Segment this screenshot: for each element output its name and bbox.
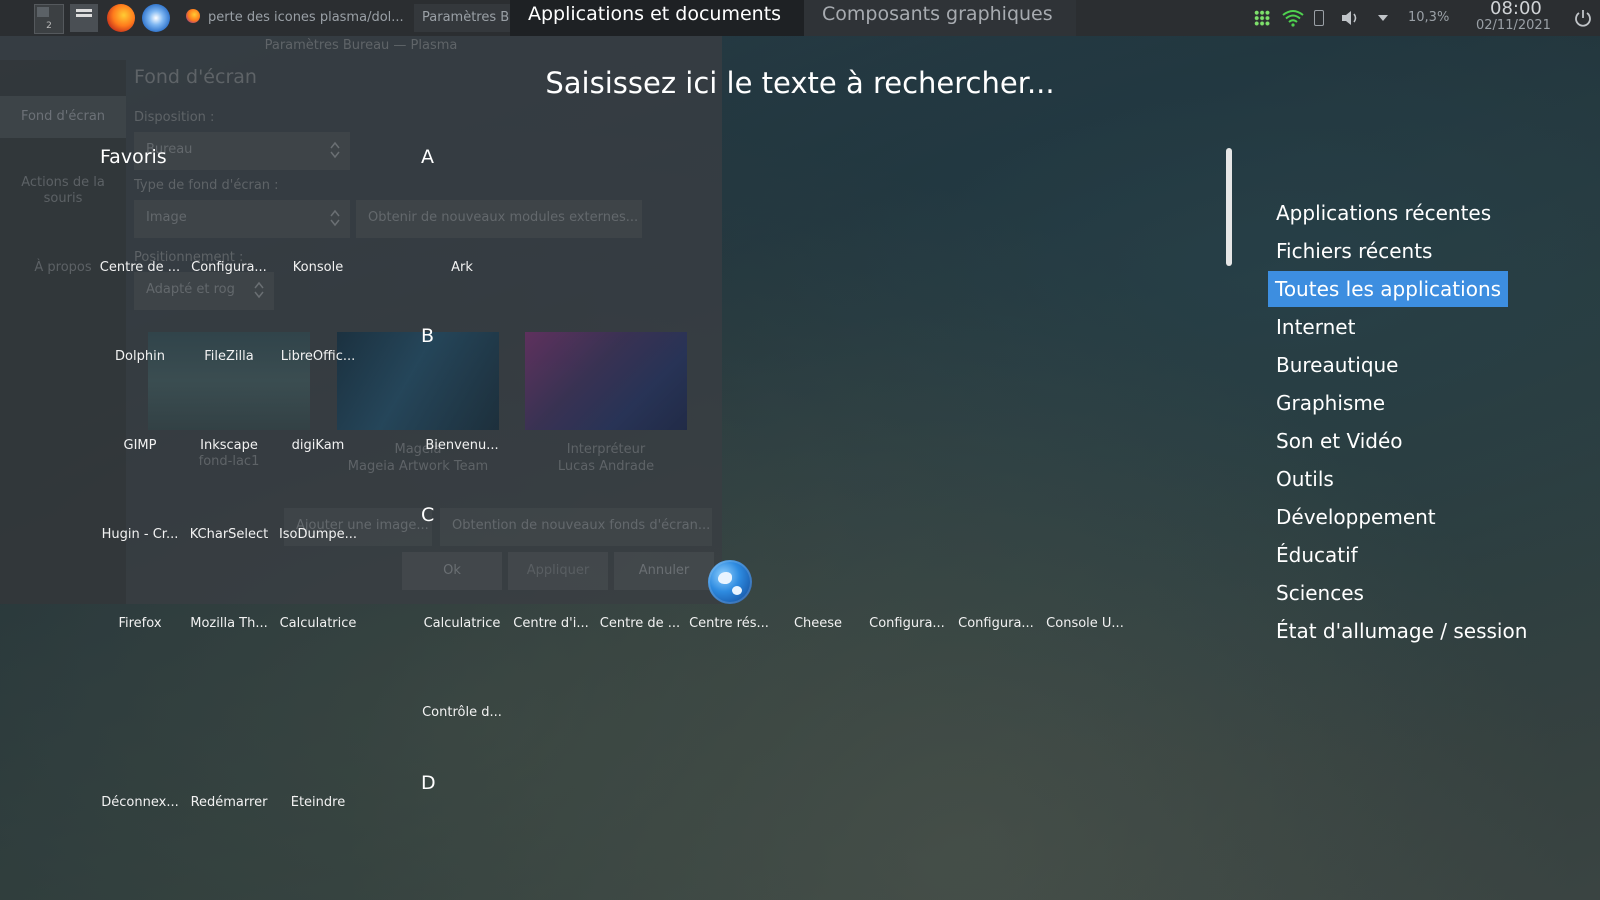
thumb-name: Interpréteur	[566, 442, 646, 457]
section-header-b: B	[421, 325, 435, 347]
cancel-button[interactable]: Annuler	[614, 552, 714, 590]
position-value: Adapté et rog	[146, 282, 235, 297]
app-item[interactable]: Ark	[417, 260, 507, 275]
thumb-author: Mageia Artwork Team	[347, 459, 489, 474]
wallpaper-thumbnail[interactable]	[525, 332, 687, 430]
window-title: Paramètres Bureau — Plasma	[264, 38, 458, 53]
category-graphics[interactable]: Graphisme	[1272, 385, 1389, 421]
thunderbird-icon[interactable]	[142, 4, 170, 32]
task-label: perte des icones plasma/dol...	[208, 10, 404, 25]
favorite-app[interactable]: GIMP	[95, 438, 185, 453]
pager-thumbnail	[37, 7, 49, 17]
tab-widgets[interactable]: Composants graphiques	[804, 0, 1076, 36]
app-item[interactable]: Centre de ...	[595, 616, 685, 631]
cpu-load[interactable]: 10,3%	[1408, 10, 1449, 25]
favorite-app[interactable]: Dolphin	[95, 349, 185, 364]
app-item[interactable]: Cheese	[773, 616, 863, 631]
get-plugins-button[interactable]: Obtenir de nouveaux modules externes...	[356, 200, 642, 238]
app-item[interactable]: Centre d'i...	[506, 616, 596, 631]
shutdown-button[interactable]: Éteindre	[273, 795, 363, 810]
category-all-apps[interactable]: Toutes les applications	[1268, 271, 1509, 307]
task-label: Paramètres B	[422, 10, 510, 25]
app-item[interactable]: Bienvenu...	[417, 438, 507, 453]
task-firefox-window[interactable]: perte des icones plasma/dol...	[178, 4, 406, 32]
pager-label: 2	[46, 21, 52, 31]
grid-icon[interactable]	[1254, 10, 1270, 26]
favorites-heading: Favoris	[100, 146, 167, 168]
category-science[interactable]: Sciences	[1272, 575, 1368, 611]
favorite-app[interactable]: LibreOffic...	[273, 349, 363, 364]
favorite-app[interactable]: KCharSelect	[184, 527, 274, 542]
favorite-app[interactable]: Firefox	[95, 616, 185, 631]
firefox-small-icon	[186, 9, 200, 23]
taskbar: 2 perte des icones plasma/dol... Paramèt…	[0, 0, 1600, 36]
clock-date[interactable]: 02/11/2021	[1476, 18, 1551, 33]
category-internet[interactable]: Internet	[1272, 309, 1359, 345]
updown-arrow-icon	[330, 141, 340, 159]
volume-icon[interactable]	[1340, 9, 1360, 27]
favorite-app[interactable]: Configura...	[184, 260, 274, 275]
wallpaper-thumbnail[interactable]	[337, 332, 499, 430]
sidebar-item-mouse-actions[interactable]: Actions de la souris	[0, 175, 126, 207]
sidebar-item-wallpaper[interactable]: Fond d'écran	[0, 96, 126, 138]
battery-icon[interactable]	[1314, 10, 1324, 26]
category-tools[interactable]: Outils	[1272, 461, 1338, 497]
menu-icon[interactable]	[70, 4, 98, 32]
thumb-author: Lucas Andrade	[557, 459, 655, 474]
wallpaper-thumbnail[interactable]	[148, 332, 310, 430]
logout-button[interactable]: Déconnex...	[95, 795, 185, 810]
layout-label: Disposition :	[134, 110, 215, 125]
favorite-app[interactable]: Konsole	[273, 260, 363, 275]
wallpaper-type-select[interactable]: Image	[134, 200, 350, 238]
app-item[interactable]: Contrôle d...	[417, 705, 507, 720]
updown-arrow-icon	[330, 209, 340, 227]
get-wallpapers-button[interactable]: Obtention de nouveaux fonds d'écran...	[440, 508, 712, 546]
wallpaper-type-label: Type de fond d'écran :	[134, 178, 279, 193]
search-input[interactable]: Saisissez ici le texte à rechercher...	[0, 66, 1600, 100]
ok-button[interactable]: Ok	[402, 552, 502, 590]
power-icon[interactable]	[1574, 9, 1592, 27]
app-item[interactable]: Calculatrice	[417, 616, 507, 631]
desktop-pager[interactable]: 2	[34, 4, 64, 34]
favorite-app[interactable]: Calculatrice	[273, 616, 363, 631]
wallpaper-type-value: Image	[146, 210, 187, 225]
restart-button[interactable]: Redémarrer	[184, 795, 274, 810]
category-development[interactable]: Développement	[1272, 499, 1440, 535]
task-settings-window[interactable]: Paramètres B	[414, 4, 518, 32]
favorite-app[interactable]: Hugin - Cr...	[95, 527, 185, 542]
favorite-app[interactable]: FileZilla	[184, 349, 274, 364]
section-header-c: C	[421, 504, 435, 526]
clock-time[interactable]: 08:00	[1490, 0, 1542, 19]
app-item[interactable]: Centre rés...	[684, 616, 774, 631]
category-multimedia[interactable]: Son et Vidéo	[1272, 423, 1407, 459]
section-header-d: D	[421, 772, 436, 794]
tab-applications-documents[interactable]: Applications et documents	[510, 0, 804, 36]
app-item[interactable]: Configura...	[862, 616, 952, 631]
globe-icon[interactable]	[708, 560, 752, 604]
app-item[interactable]: Console U...	[1040, 616, 1130, 631]
firefox-icon[interactable]	[107, 4, 135, 32]
favorite-app[interactable]: Centre de ...	[95, 260, 185, 275]
category-recent-apps[interactable]: Applications récentes	[1272, 195, 1495, 231]
apply-button[interactable]: Appliquer	[508, 552, 608, 590]
chevron-down-icon[interactable]	[1376, 11, 1390, 25]
favorite-app[interactable]: Mozilla Th...	[184, 616, 274, 631]
favorite-app[interactable]: digiKam	[273, 438, 363, 453]
category-power-session[interactable]: État d'allumage / session	[1272, 613, 1531, 649]
category-recent-files[interactable]: Fichiers récents	[1272, 233, 1436, 269]
section-header-a: A	[421, 146, 434, 168]
position-select[interactable]: Adapté et rog	[134, 272, 274, 310]
desktop-settings-window: Paramètres Bureau — Plasma Fond d'écran …	[0, 36, 722, 604]
category-office[interactable]: Bureautique	[1272, 347, 1403, 383]
favorite-app[interactable]: IsoDumpe...	[273, 527, 363, 542]
wifi-icon[interactable]	[1282, 9, 1304, 27]
app-item[interactable]: Configura...	[951, 616, 1041, 631]
updown-arrow-icon	[254, 281, 264, 299]
category-education[interactable]: Éducatif	[1272, 537, 1362, 573]
thumb-name: fond-lac1	[198, 454, 260, 469]
settings-sidebar: Fond d'écran Actions de la souris À prop…	[0, 60, 126, 604]
favorite-app[interactable]: Inkscape	[184, 438, 274, 453]
scrollbar[interactable]	[1226, 148, 1232, 266]
